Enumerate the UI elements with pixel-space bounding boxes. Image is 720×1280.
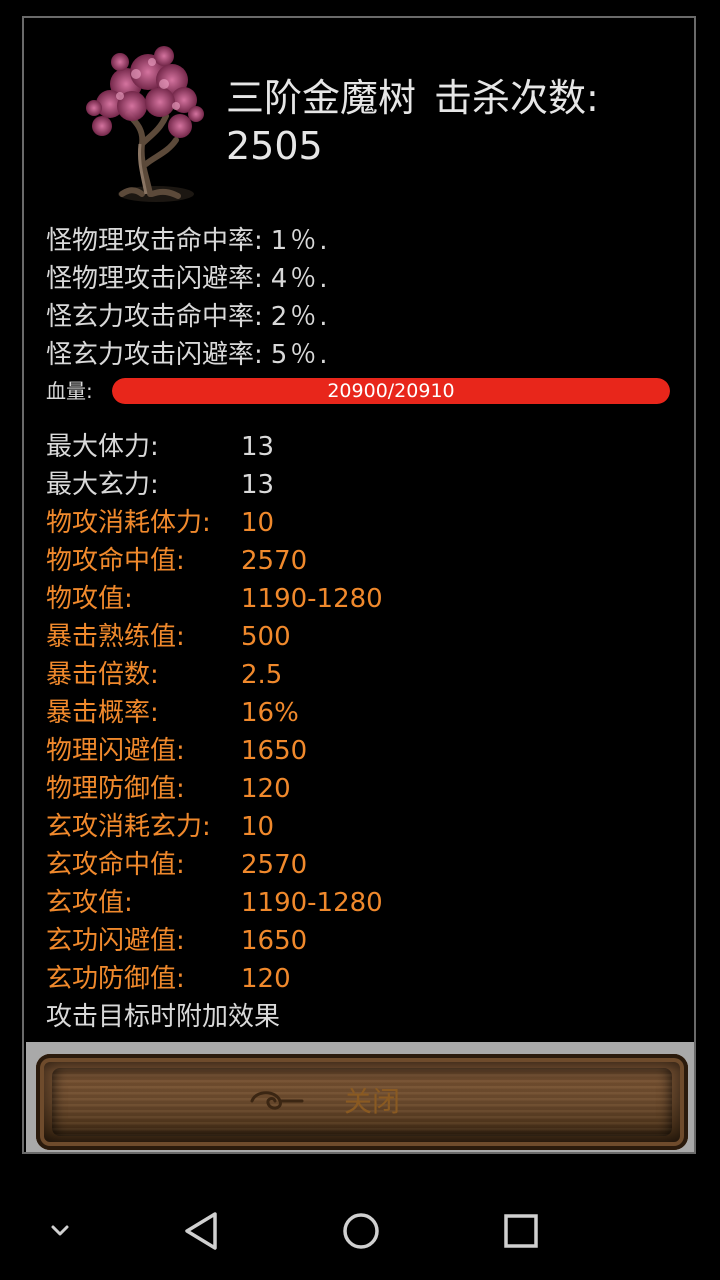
stat-label: 玄攻命中值: [46,850,185,880]
monster-rates: 怪物理攻击命中率: 1％. 怪物理攻击闪避率: 4％. 怪玄力攻击命中率: 2％. 怪… [46,222,331,374]
close-button-area: 关闭 [26,1042,694,1152]
rate-value: 4％. [270,264,331,294]
hp-label: 血量: [46,379,93,403]
stat-label: 物理闪避值: [46,736,185,766]
monster-tree-image [86,46,204,202]
stat-value: 10 [241,812,275,842]
stat-row: 暴击熟练值: 500 [46,618,383,656]
kills-value: 2505 [226,124,323,168]
extra-effects-title: 攻击目标时附加效果 [46,1002,281,1032]
stat-value: 13 [241,432,275,462]
rate-row: 怪玄力攻击命中率: 2％. [46,298,331,336]
stat-row: 物攻命中值: 2570 [46,542,383,580]
stat-value: 2570 [241,850,308,880]
stat-row: 玄功防御值: 120 [46,960,383,998]
stat-value: 120 [241,964,291,994]
stat-row: 暴击倍数: 2.5 [46,656,383,694]
monster-title: 三阶金魔树 击杀次数: 2505 [226,74,666,170]
stat-value: 120 [241,774,291,804]
stat-value: 1650 [241,926,308,956]
stat-row: 物理防御值: 120 [46,770,383,808]
stat-label: 玄功闪避值: [46,926,185,956]
back-icon[interactable] [171,1200,231,1260]
home-icon[interactable] [331,1200,391,1260]
rate-value: 1％. [270,226,331,256]
recents-icon[interactable] [491,1200,551,1260]
stat-label: 最大体力: [46,432,159,462]
rate-label: 怪物理攻击闪避率: [46,264,263,294]
stat-value: 2570 [241,546,308,576]
hp-bar: 20900/20910 [112,378,670,404]
stat-label: 暴击概率: [46,698,159,728]
stat-label: 物攻消耗体力: [46,508,211,538]
stat-label: 暴击倍数: [46,660,159,690]
monster-stats: 最大体力: 13 最大玄力: 13 物攻消耗体力: 10 物攻命中值: 2570 物攻值: 119… [46,428,383,998]
stat-value: 16% [241,698,299,728]
hp-value: 20900/20910 [327,380,455,402]
stat-value: 1190-1280 [241,888,383,918]
stat-row: 玄攻值: 1190-1280 [46,884,383,922]
stat-value: 13 [241,470,275,500]
close-button-label: 关闭 [343,1085,400,1118]
chevron-down-icon[interactable] [30,1200,90,1260]
stat-label: 玄攻消耗玄力: [46,812,211,842]
rate-row: 怪物理攻击闪避率: 4％. [46,260,331,298]
stat-row: 玄功闪避值: 1650 [46,922,383,960]
stat-label: 物攻命中值: [46,546,185,576]
stat-label: 暴击熟练值: [46,622,185,652]
stat-label: 最大玄力: [46,470,159,500]
stat-value: 1650 [241,736,308,766]
stat-row: 玄攻消耗玄力: 10 [46,808,383,846]
stat-value: 500 [241,622,291,652]
stat-row: 最大体力: 13 [46,428,383,466]
rate-label: 怪物理攻击命中率: [46,226,263,256]
monster-info-panel: 三阶金魔树 击杀次数: 2505 怪物理攻击命中率: 1％. 怪物理攻击闪避率: 4％… [22,16,696,1154]
stat-label: 玄功防御值: [46,964,185,994]
rate-value: 2％. [270,302,331,332]
rate-label: 怪玄力攻击命中率: [46,302,263,332]
system-navigation-bar [0,1180,720,1280]
stat-row: 暴击概率: 16% [46,694,383,732]
stat-row: 玄攻命中值: 2570 [46,846,383,884]
stat-value: 1190-1280 [241,584,383,614]
kills-label: 击杀次数: [434,76,599,120]
stat-label: 物理防御值: [46,774,185,804]
rate-label: 怪玄力攻击闪避率: [46,340,263,370]
stat-row: 物理闪避值: 1650 [46,732,383,770]
stat-row: 物攻值: 1190-1280 [46,580,383,618]
stat-row: 物攻消耗体力: 10 [46,504,383,542]
rate-row: 怪玄力攻击闪避率: 5％. [46,336,331,374]
stat-label: 物攻值: [46,584,133,614]
monster-name: 三阶金魔树 [226,76,417,120]
stat-value: 2.5 [241,660,283,690]
close-button[interactable]: 关闭 [36,1054,688,1150]
stat-row: 最大玄力: 13 [46,466,383,504]
rate-value: 5％. [270,340,331,370]
stat-label: 玄攻值: [46,888,133,918]
rate-row: 怪物理攻击命中率: 1％. [46,222,331,260]
stat-value: 10 [241,508,275,538]
